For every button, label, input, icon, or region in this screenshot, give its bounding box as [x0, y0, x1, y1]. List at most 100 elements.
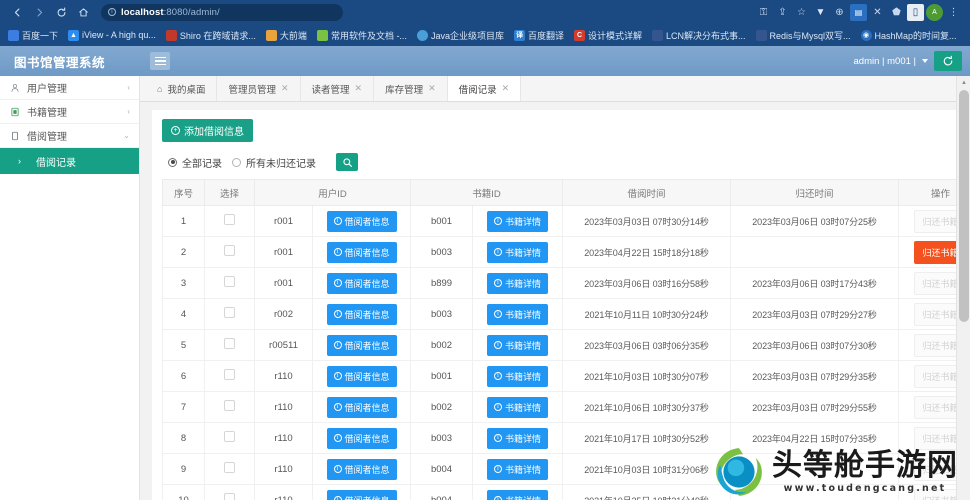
book-detail-button[interactable]: i书籍详情 [487, 334, 549, 356]
reload-icon[interactable] [50, 2, 72, 22]
row-checkbox[interactable] [224, 214, 235, 225]
search-button[interactable] [336, 153, 358, 171]
cell-select [204, 236, 255, 268]
tab-my-desktop[interactable]: ⌂ 我的桌面 [146, 76, 218, 101]
book-detail-button[interactable]: i书籍详情 [487, 272, 549, 294]
star-icon[interactable]: ☆ [793, 4, 810, 21]
scrollbar-thumb[interactable] [959, 90, 969, 322]
bookmark-item[interactable]: 常用软件及文档 -... [314, 28, 410, 43]
row-checkbox[interactable] [224, 462, 235, 473]
book-detail-button[interactable]: i书籍详情 [487, 210, 549, 232]
borrower-info-button[interactable]: i借阅者信息 [326, 210, 397, 232]
bookmark-item[interactable]: LCN解决分布式事... [649, 28, 749, 43]
row-checkbox[interactable] [224, 493, 235, 500]
tab-admin-management[interactable]: 管理员管理 ✕ [217, 76, 301, 101]
scroll-up-arrow-icon[interactable]: ▲ [957, 76, 970, 89]
borrower-info-button[interactable]: i借阅者信息 [326, 396, 397, 418]
sidebar-item-borrow-records[interactable]: › 借阅记录 [0, 148, 139, 174]
row-checkbox[interactable] [224, 369, 235, 380]
return-book-button: 归还书籍 [913, 395, 958, 419]
user-label[interactable]: admin | m001 | [854, 56, 917, 67]
borrower-info-button[interactable]: i借阅者信息 [326, 272, 397, 294]
hamburger-icon[interactable] [150, 52, 170, 70]
tab-borrow-records[interactable]: 借阅记录 ✕ [447, 76, 522, 101]
row-checkbox[interactable] [224, 400, 235, 411]
book-id-value: b002 [430, 401, 453, 413]
cell-select [204, 422, 255, 454]
address-bar[interactable]: i localhost:8080/admin/ [101, 3, 343, 21]
cell-action: 归还书籍 [898, 298, 958, 330]
tab-reader-management[interactable]: 读者管理 ✕ [301, 76, 375, 101]
add-borrow-info-button[interactable]: + 添加借阅信息 [162, 119, 253, 142]
row-checkbox[interactable] [224, 431, 235, 442]
plus-circle-icon: + [171, 126, 180, 135]
radio-all-records[interactable]: 全部记录 [168, 155, 222, 170]
borrower-info-button[interactable]: i借阅者信息 [326, 241, 397, 263]
forward-arrow-icon[interactable] [28, 2, 50, 22]
bookmark-item[interactable]: 百度一下 [5, 28, 61, 43]
row-number: 2 [180, 246, 187, 258]
sidebar-item-book-management[interactable]: 书籍管理 ‹ [0, 100, 139, 124]
book-icon [9, 107, 20, 117]
row-number: 1 [180, 215, 187, 227]
site-info-icon[interactable]: i [108, 8, 116, 16]
borrower-info-button[interactable]: i借阅者信息 [326, 489, 397, 500]
bookmark-item[interactable]: 大前端 [263, 28, 310, 43]
book-detail-button[interactable]: i书籍详情 [487, 396, 549, 418]
bookmark-item[interactable]: ▲ iView - A high qu... [65, 29, 159, 42]
row-checkbox[interactable] [224, 245, 235, 256]
cell-select [204, 484, 255, 500]
blue-square-extension-icon[interactable]: ▤ [850, 3, 867, 21]
cell-action: 归还书籍 [898, 267, 958, 299]
row-checkbox[interactable] [224, 307, 235, 318]
tab-inventory-management[interactable]: 库存管理 ✕ [374, 76, 448, 101]
borrower-info-button[interactable]: i借阅者信息 [326, 303, 397, 325]
row-checkbox[interactable] [224, 338, 235, 349]
return-book-button[interactable]: 归还书籍 [913, 240, 958, 264]
borrower-info-button[interactable]: i借阅者信息 [326, 458, 397, 480]
v-extension-icon[interactable]: ▼ [812, 4, 829, 21]
x-extension-icon[interactable]: ✕ [869, 4, 886, 21]
sidebar-icon[interactable]: ▯ [907, 3, 924, 21]
cell-user-info: i借阅者信息 [311, 484, 412, 500]
close-icon[interactable]: ✕ [355, 83, 363, 94]
borrower-info-button[interactable]: i借阅者信息 [326, 334, 397, 356]
borrower-info-button[interactable]: i借阅者信息 [326, 365, 397, 387]
sidebar-item-user-management[interactable]: 用户管理 ‹ [0, 76, 139, 100]
bookmark-item[interactable]: C 设计模式详解 [571, 28, 645, 43]
bookmark-item[interactable]: ◉ HashMap的时间复... [858, 28, 960, 43]
book-detail-button[interactable]: i书籍详情 [487, 458, 549, 480]
bookmark-item[interactable]: 译百度翻译 [511, 28, 567, 43]
close-icon[interactable]: ✕ [502, 83, 510, 94]
book-detail-button[interactable]: i书籍详情 [487, 365, 549, 387]
bookmark-item[interactable]: Java企业级项目库 [414, 28, 507, 43]
home-icon[interactable] [72, 2, 94, 22]
sidebar-item-borrow-management[interactable]: 借阅管理 ⌄ [0, 124, 139, 148]
chevron-down-icon[interactable] [922, 59, 928, 63]
borrower-info-button[interactable]: i借阅者信息 [326, 427, 397, 449]
close-icon[interactable]: ✕ [428, 83, 436, 94]
cell-user-id: r110 [254, 453, 313, 485]
close-icon[interactable]: ✕ [281, 83, 289, 94]
menu-dots-icon[interactable]: ⋮ [945, 4, 962, 21]
bookmark-item[interactable]: Redis与Mysql双写... [753, 28, 854, 43]
book-detail-button[interactable]: i书籍详情 [487, 241, 549, 263]
globe-extension-icon[interactable]: ⊕ [831, 4, 848, 21]
key-icon[interactable]: ⚿ [755, 4, 772, 21]
book-detail-button[interactable]: i书籍详情 [487, 489, 549, 500]
book-detail-button[interactable]: i书籍详情 [487, 427, 549, 449]
back-arrow-icon[interactable] [6, 2, 28, 22]
cell-book-id: b003 [410, 236, 474, 268]
bookmark-item[interactable]: Shiro 在跨域请求... [163, 28, 259, 43]
cell-user-id: r110 [254, 484, 313, 500]
radio-unreturned-records[interactable]: 所有未归还记录 [232, 155, 316, 170]
info-icon: i [333, 248, 342, 256]
vertical-scrollbar[interactable]: ▲ [956, 76, 970, 500]
share-icon[interactable]: ⇪ [774, 4, 791, 21]
row-checkbox[interactable] [224, 276, 235, 287]
refresh-button[interactable] [934, 51, 962, 71]
book-detail-button[interactable]: i书籍详情 [487, 303, 549, 325]
puzzle-extension-icon[interactable]: ⬟ [888, 4, 905, 21]
tab-bar: ⌂ 我的桌面 管理员管理 ✕ 读者管理 ✕ 库存管理 ✕ 借阅记录 ✕ [140, 76, 970, 102]
profile-avatar[interactable]: A [926, 3, 943, 21]
